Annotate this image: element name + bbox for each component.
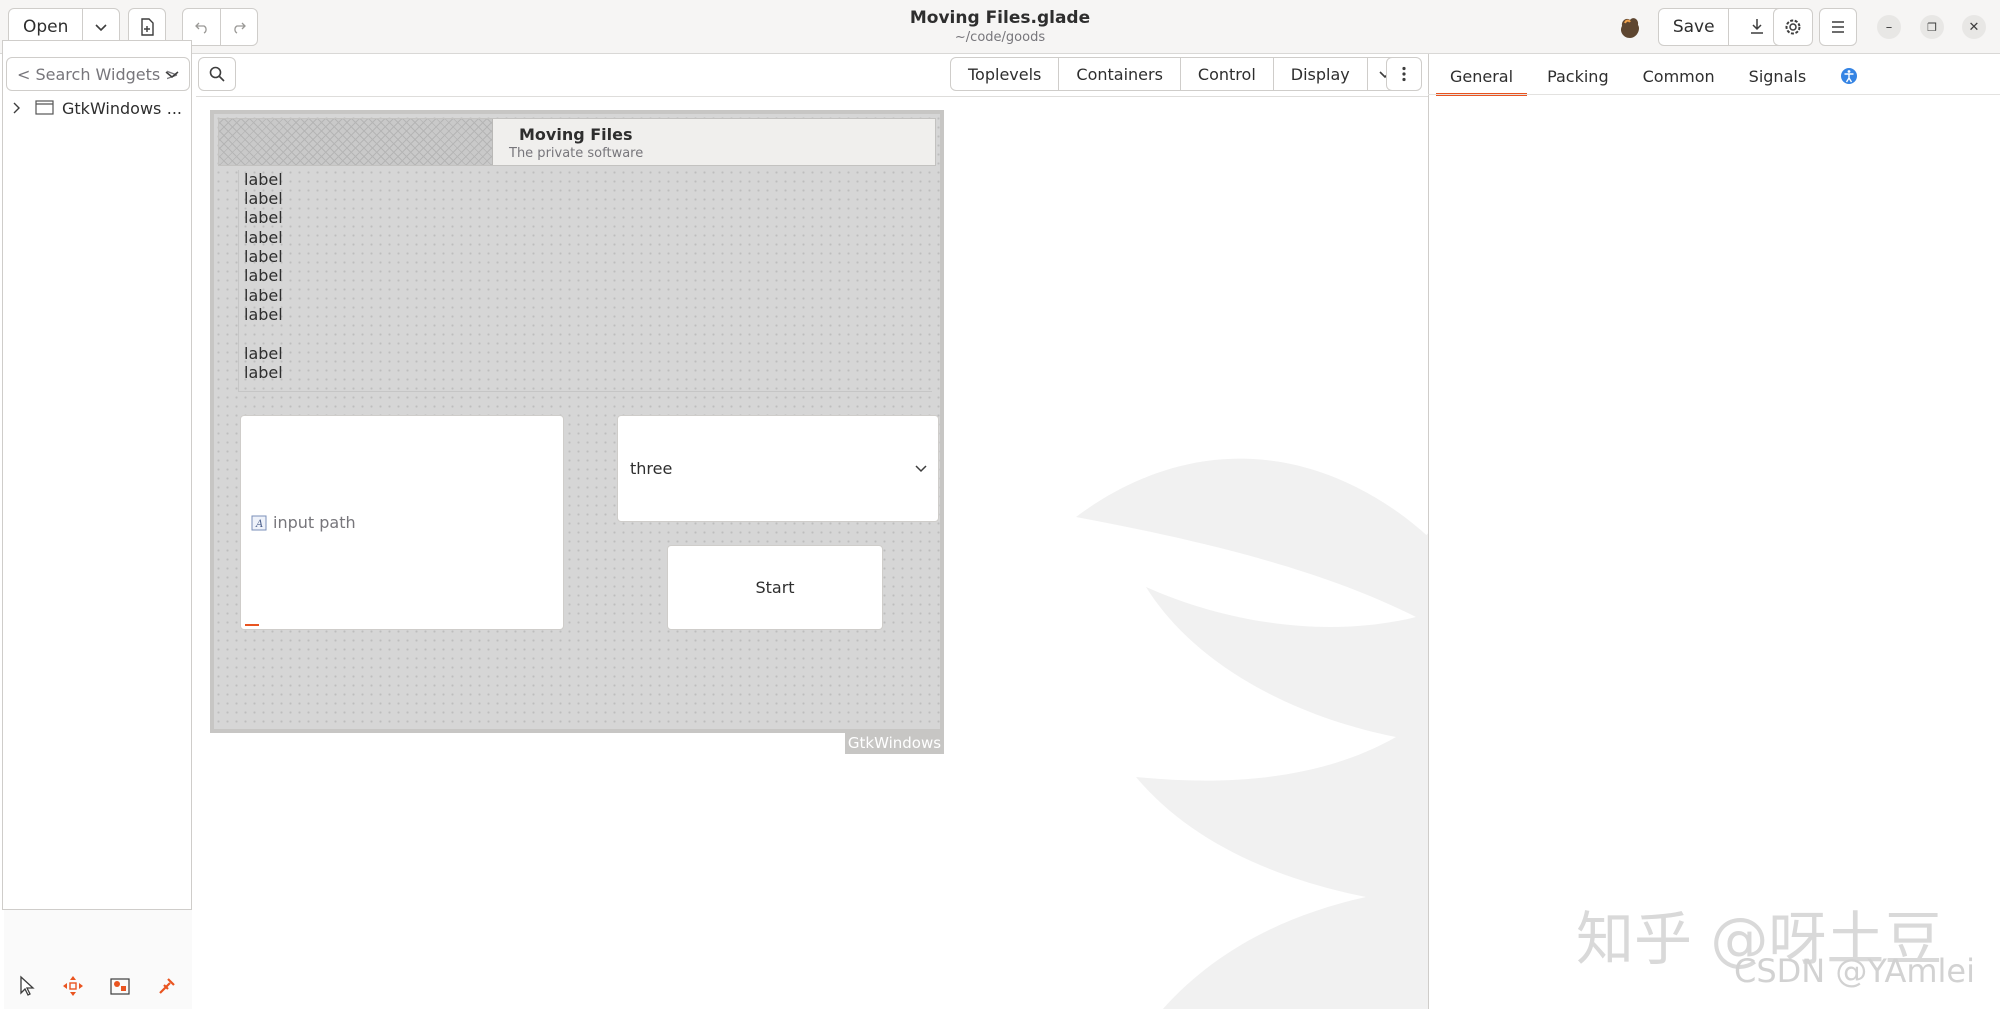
close-window-button[interactable]: ✕ [1962,15,1986,39]
glade-logo-icon [1616,14,1644,42]
undo-redo-group [182,8,258,46]
tree-item-label: GtkWindows [62,98,162,118]
search-icon [209,66,225,82]
drag-resize-icon[interactable] [61,974,85,998]
minimize-button[interactable]: – [1877,15,1901,39]
label-item[interactable]: label [244,228,283,247]
save-button-group: Save [1658,8,1786,46]
document-path: ~/code/goods [954,30,1046,45]
close-icon: ✕ [1968,19,1980,35]
label-item[interactable]: label [244,363,283,382]
align-edit-icon[interactable] [155,974,179,998]
chevron-down-icon [915,465,927,473]
combo-selected-value: three [630,459,673,478]
label-item[interactable]: label [244,266,283,285]
svg-text:A: A [255,519,263,530]
widget-palette-tabs: Toplevels Containers Control Display [950,57,1403,91]
editing-tools-bar [4,966,190,1006]
property-inspector [1428,54,2000,1009]
vertical-dots-icon [1402,66,1406,82]
combo-box[interactable]: three [617,415,939,522]
inspector-tabs-divider [1428,94,2000,95]
hamburger-menu-icon [1832,21,1844,33]
watermark-csdn: CSDN @YAmlei [1734,952,1975,990]
margin-edit-icon[interactable] [108,974,132,998]
window-icon [35,100,54,115]
chevron-down-icon[interactable] [163,65,181,83]
label-item[interactable]: label [244,286,283,305]
palette-tab-toplevels[interactable]: Toplevels [951,58,1058,90]
entry-placeholder-group: A input path [251,513,356,532]
tree-item-gtkwindows[interactable]: GtkWindows ... [6,96,190,120]
download-icon [1751,19,1764,34]
entry-placeholder-text: input path [273,513,356,532]
more-options-button[interactable] [1386,57,1422,91]
label-item[interactable]: label [244,344,283,363]
expander-arrow-icon[interactable] [6,100,28,116]
start-button[interactable]: Start [667,545,883,630]
header-bar: Open Moving Files.glade ~/code/goods Sav… [0,0,2000,54]
search-button[interactable] [198,57,236,91]
save-button[interactable]: Save [1659,9,1728,45]
new-document-icon [141,18,154,36]
window-title-area: Moving Files.glade ~/code/goods [800,8,1200,45]
text-entry-icon: A [251,515,267,530]
accessibility-icon [1841,68,1858,84]
label-item[interactable]: label [244,189,283,208]
watermark-bird-graphic [1076,458,1428,1009]
search-widgets-field[interactable]: < Search Widgets > [6,57,190,91]
document-title: Moving Files.glade [909,8,1091,28]
labels-container [238,170,932,392]
tab-packing[interactable]: Packing [1533,58,1623,94]
restore-icon: ❐ [1927,20,1937,34]
redo-button[interactable] [220,9,257,45]
label-item[interactable]: label [244,247,283,266]
placeholder-slot[interactable] [219,119,493,165]
undo-icon [194,22,207,34]
chevron-down-icon [95,24,107,32]
maximize-button[interactable]: ❐ [1920,15,1944,39]
inspector-tabs: General Packing Common Signals [1436,58,1878,96]
label-item[interactable]: label [244,305,283,324]
gear-icon [1785,19,1801,35]
label-item[interactable]: label [244,208,283,227]
widget-tree-frame [2,40,192,910]
preview-window-subtitle: The private software [509,146,644,161]
search-widgets-placeholder: < Search Widgets > [17,64,179,84]
text-caret [245,624,259,626]
tab-general[interactable]: General [1436,58,1528,96]
tree-item-more: ... [166,98,182,118]
minimize-icon: – [1885,19,1893,35]
redo-icon [234,22,246,34]
preview-window-title: Moving Files [519,125,633,144]
tab-common[interactable]: Common [1629,58,1729,94]
input-path-entry[interactable]: A input path [240,415,564,630]
window-name-tag: GtkWindows [845,732,944,754]
gtk-window-preview[interactable]: Moving Files The private software label … [210,110,944,733]
label-item[interactable]: label [244,170,283,189]
palette-tab-control[interactable]: Control [1179,58,1273,90]
main-menu-button[interactable] [1819,8,1857,46]
tab-accessibility[interactable] [1826,58,1872,94]
preferences-button[interactable] [1773,8,1813,46]
pointer-select-icon[interactable] [16,974,38,998]
palette-tab-containers[interactable]: Containers [1058,58,1180,90]
tab-signals[interactable]: Signals [1735,58,1820,94]
preview-header-bar[interactable]: Moving Files The private software [218,118,936,166]
palette-tab-display[interactable]: Display [1272,58,1367,90]
